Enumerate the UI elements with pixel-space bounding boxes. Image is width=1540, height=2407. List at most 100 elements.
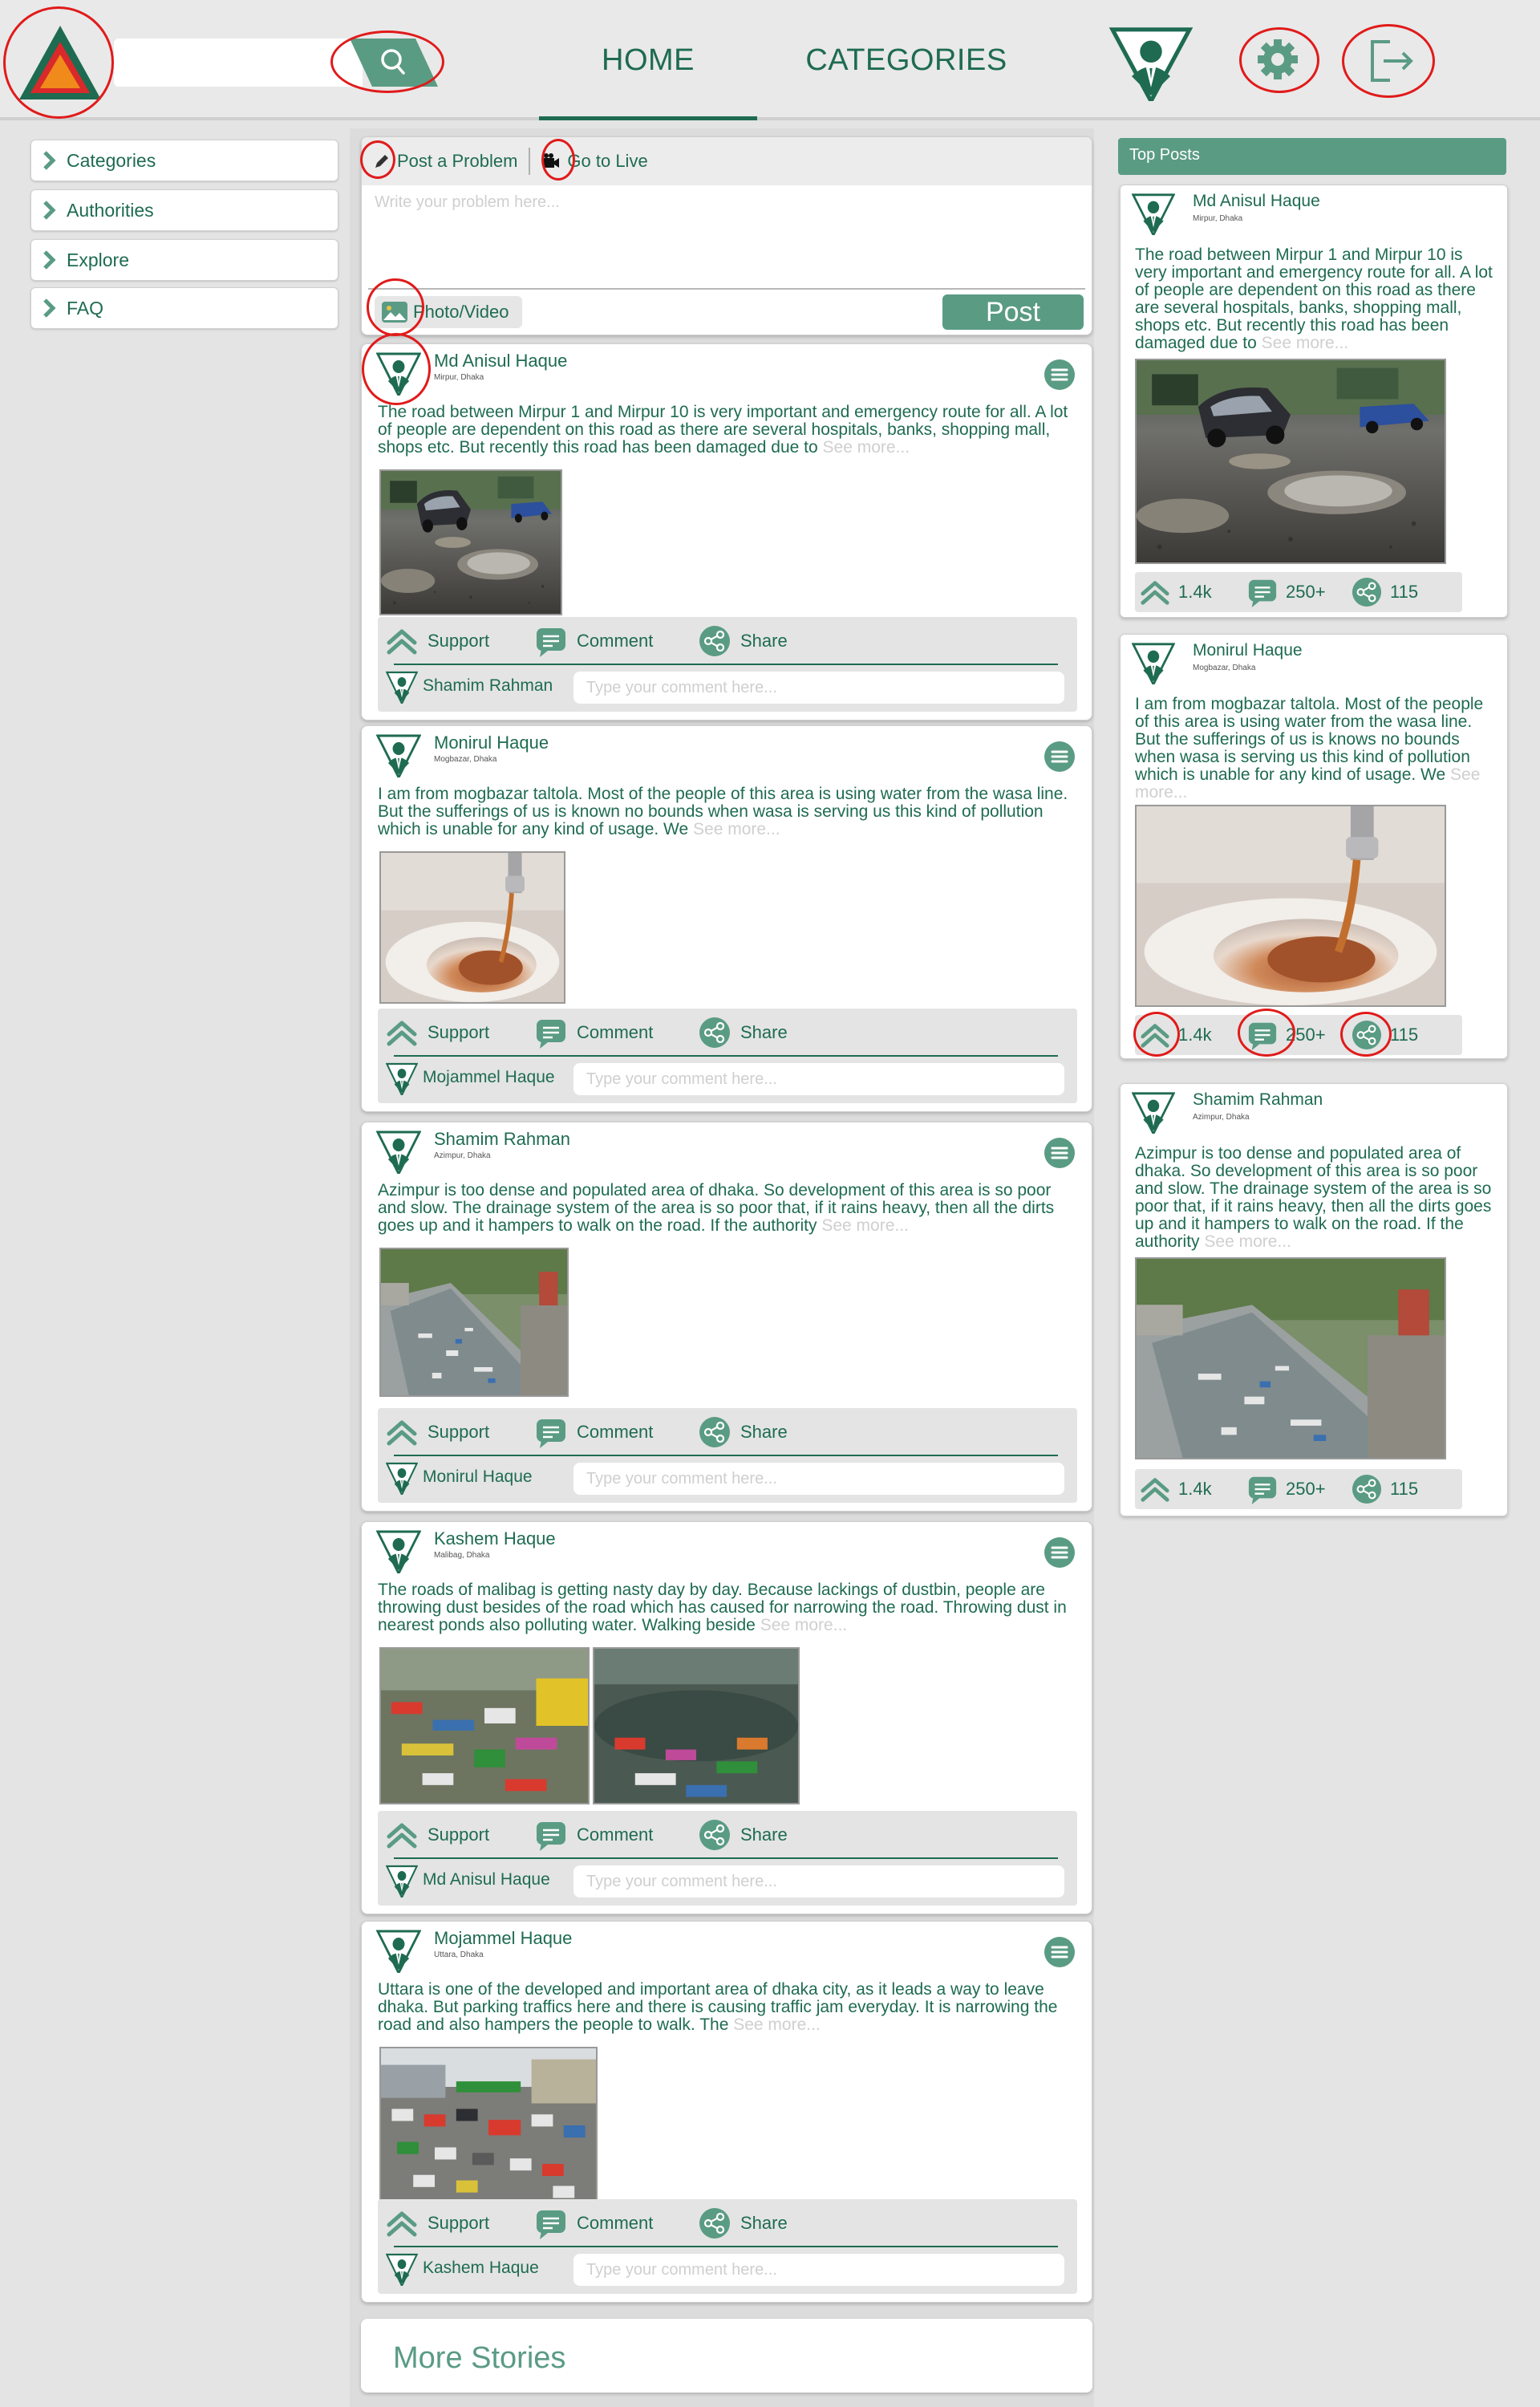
- author-name[interactable]: Monirul Haque: [1193, 641, 1303, 660]
- stat-value: 1.4k: [1178, 582, 1212, 602]
- logout-button[interactable]: [1342, 24, 1435, 98]
- comment-input[interactable]: [573, 672, 1064, 704]
- comment-input[interactable]: [573, 2254, 1064, 2286]
- support-count-button[interactable]: 1.4k: [1140, 1020, 1212, 1050]
- go-live-tab[interactable]: Go to Live: [541, 151, 648, 172]
- more-stories-button[interactable]: More Stories: [361, 2319, 1092, 2393]
- photo-video-button[interactable]: Photo/Video: [375, 296, 522, 328]
- settings-button[interactable]: [1239, 27, 1316, 91]
- sidebar-item-categories[interactable]: Categories: [30, 140, 338, 181]
- author-name[interactable]: Md Anisul Haque: [434, 351, 567, 371]
- comment-button[interactable]: Comment: [535, 2207, 653, 2239]
- author-name[interactable]: Shamim Rahman: [1193, 1090, 1323, 1110]
- share-button[interactable]: Share: [699, 1416, 788, 1448]
- post-menu-button[interactable]: [1043, 1536, 1076, 1569]
- author-avatar[interactable]: [376, 733, 421, 779]
- post-image[interactable]: [379, 1248, 569, 1397]
- share-button[interactable]: Share: [699, 625, 788, 657]
- chevron-right-icon: [31, 250, 67, 270]
- share-count-button[interactable]: 115: [1352, 577, 1418, 607]
- post-image[interactable]: [379, 2047, 598, 2204]
- comment-button[interactable]: Comment: [535, 1017, 653, 1049]
- author-avatar[interactable]: [376, 1129, 421, 1175]
- post-menu-button[interactable]: [1043, 740, 1076, 773]
- post-image[interactable]: [379, 469, 562, 615]
- comment-button[interactable]: Comment: [535, 1416, 653, 1448]
- comment-count-button[interactable]: 250+: [1247, 577, 1326, 607]
- tab-home[interactable]: HOME: [539, 32, 757, 120]
- chevron-right-icon: [31, 298, 67, 319]
- support-button[interactable]: Support: [386, 2207, 489, 2239]
- stat-value: 250+: [1286, 1479, 1326, 1499]
- see-more-link[interactable]: See more...: [693, 820, 780, 838]
- share-button[interactable]: Share: [699, 1819, 788, 1851]
- sidebar-item-faq[interactable]: FAQ: [30, 287, 338, 329]
- comment-input[interactable]: [573, 1463, 1064, 1495]
- share-button[interactable]: Share: [699, 1017, 788, 1049]
- comment-icon: [535, 1418, 567, 1448]
- post-body: The roads of malibag is getting nasty da…: [378, 1581, 1077, 1634]
- menu-icon: [1043, 740, 1076, 773]
- author-avatar[interactable]: [376, 1928, 421, 1975]
- comment-count-button[interactable]: 250+: [1247, 1474, 1326, 1504]
- author-name[interactable]: Shamim Rahman: [434, 1129, 570, 1150]
- share-count-button[interactable]: 115: [1352, 1020, 1418, 1050]
- top-post-card: Monirul Haque Mogbazar, Dhaka I am from mo…: [1120, 634, 1508, 1059]
- comment-input[interactable]: [573, 1063, 1064, 1095]
- comment-input[interactable]: [573, 1865, 1064, 1898]
- profile-avatar-button[interactable]: [1107, 24, 1195, 101]
- share-count-button[interactable]: 115: [1352, 1474, 1418, 1504]
- avatar-icon: [386, 671, 418, 705]
- search-button[interactable]: [350, 37, 443, 88]
- author-name[interactable]: Monirul Haque: [434, 733, 549, 753]
- author-avatar[interactable]: [376, 1528, 421, 1575]
- post-menu-button[interactable]: [1043, 1935, 1076, 1969]
- sidebar-item-explore[interactable]: Explore: [30, 239, 338, 281]
- see-more-link[interactable]: See more...: [1204, 1232, 1291, 1251]
- author-avatar[interactable]: [376, 351, 421, 397]
- post-image[interactable]: [379, 851, 565, 1004]
- author-name[interactable]: Kashem Haque: [434, 1528, 556, 1549]
- see-more-link[interactable]: See more...: [760, 1616, 848, 1634]
- post-image[interactable]: [1135, 1257, 1446, 1459]
- problem-textarea[interactable]: [370, 189, 1082, 285]
- comment-count-button[interactable]: 250+: [1247, 1020, 1326, 1050]
- top-post-card: Md Anisul Haque Mirpur, Dhaka The road bet…: [1120, 185, 1508, 618]
- tab-categories[interactable]: CATEGORIES: [794, 32, 1019, 120]
- comment-icon: [1247, 578, 1278, 607]
- share-label: Share: [740, 2213, 788, 2233]
- post-image[interactable]: [593, 1647, 800, 1804]
- post-button[interactable]: Post: [942, 294, 1084, 330]
- support-button[interactable]: Support: [386, 625, 489, 657]
- support-count-button[interactable]: 1.4k: [1140, 577, 1212, 607]
- see-more-link[interactable]: See more...: [733, 2015, 821, 2034]
- app-logo[interactable]: [16, 22, 104, 103]
- image-icon: [382, 302, 407, 323]
- post-image[interactable]: [1135, 805, 1446, 1007]
- share-label: Share: [740, 1422, 788, 1442]
- author-avatar[interactable]: [1132, 192, 1175, 237]
- support-button[interactable]: Support: [386, 1819, 489, 1851]
- see-more-link[interactable]: See more...: [1262, 334, 1349, 352]
- post-menu-button[interactable]: [1043, 358, 1076, 392]
- see-more-link[interactable]: See more...: [823, 438, 910, 457]
- author-name[interactable]: Mojammel Haque: [434, 1928, 572, 1949]
- sidebar-item-authorities[interactable]: Authorities: [30, 189, 338, 231]
- support-count-button[interactable]: 1.4k: [1140, 1474, 1212, 1504]
- see-more-link[interactable]: See more...: [821, 1216, 909, 1235]
- comment-button[interactable]: Comment: [535, 625, 653, 657]
- post-image[interactable]: [1135, 359, 1446, 564]
- support-button[interactable]: Support: [386, 1416, 489, 1448]
- author-avatar[interactable]: [1132, 641, 1175, 686]
- post-menu-button[interactable]: [1043, 1136, 1076, 1170]
- post-text: The roads of malibag is getting nasty da…: [378, 1581, 1067, 1634]
- post-image[interactable]: [379, 1647, 590, 1804]
- post-problem-tab[interactable]: Post a Problem: [373, 151, 517, 172]
- share-button[interactable]: Share: [699, 2207, 788, 2239]
- author-avatar[interactable]: [1132, 1090, 1175, 1135]
- support-button[interactable]: Support: [386, 1017, 489, 1049]
- author-name[interactable]: Md Anisul Haque: [1193, 192, 1320, 211]
- comment-button[interactable]: Comment: [535, 1819, 653, 1851]
- search-input[interactable]: [114, 39, 363, 87]
- author-location: Mirpur, Dhaka: [1193, 214, 1243, 223]
